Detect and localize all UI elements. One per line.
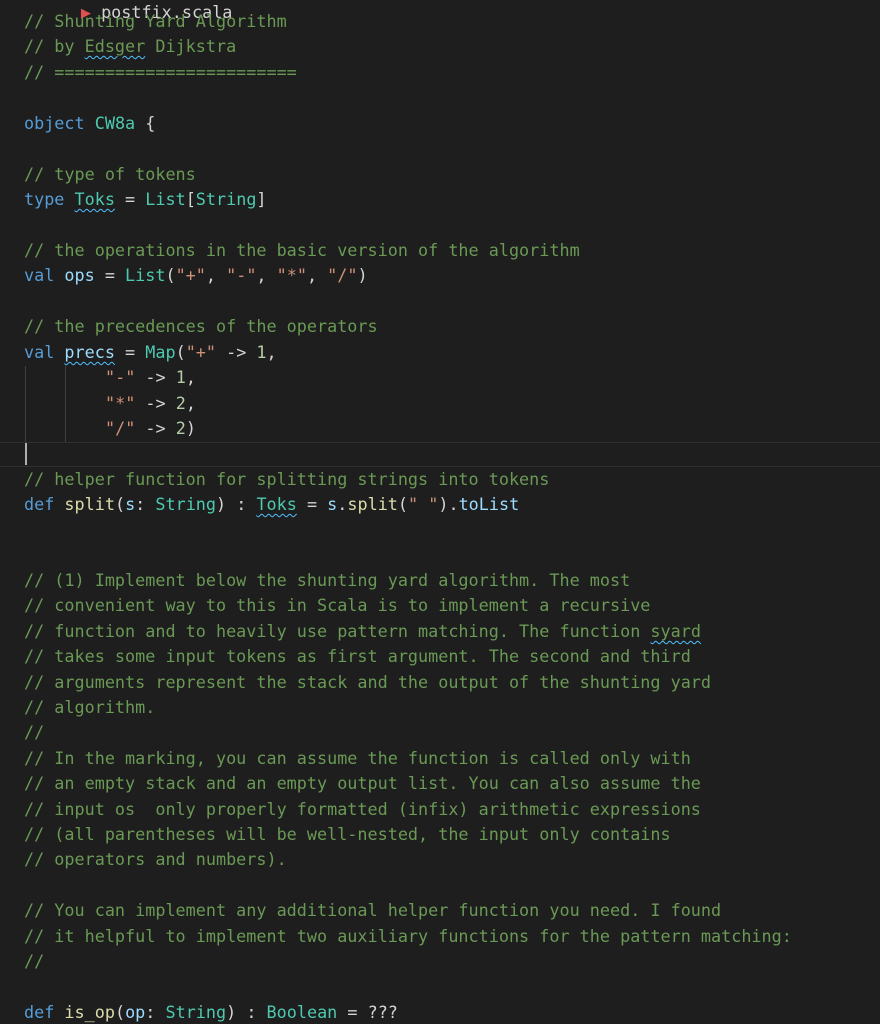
current-line-highlight <box>0 442 880 467</box>
code-line[interactable]: "/" -> 2) <box>105 416 196 441</box>
code-line[interactable]: // ======================== <box>24 60 297 85</box>
code-line[interactable]: // arguments represent the stack and the… <box>24 670 711 695</box>
code-line[interactable]: "-" -> 1, <box>105 365 196 390</box>
code-line[interactable]: def is_op(op: String) : Boolean = ??? <box>24 1000 398 1024</box>
code-line[interactable]: type Toks = List[String] <box>24 187 267 212</box>
code-line[interactable]: // the operations in the basic version o… <box>24 238 580 263</box>
code-line[interactable]: def split(s: String) : Toks = s.split(" … <box>24 492 519 517</box>
code-line[interactable]: "*" -> 2, <box>105 391 196 416</box>
tab-title-fragment: ▶ postfix.scala <box>80 2 233 22</box>
code-line[interactable]: // by Edsger Dijkstra <box>24 34 236 59</box>
code-line[interactable]: // <box>24 720 44 745</box>
code-line[interactable]: // (all parentheses will be well-nested,… <box>24 822 671 847</box>
code-line[interactable]: val ops = List("+", "-", "*", "/") <box>24 263 368 288</box>
code-line[interactable]: // an empty stack and an empty output li… <box>24 771 701 796</box>
code-line[interactable]: // the precedences of the operators <box>24 314 378 339</box>
code-line[interactable]: // type of tokens <box>24 162 196 187</box>
code-line[interactable]: val precs = Map("+" -> 1, <box>24 340 277 365</box>
code-line[interactable]: // Shunting Yard Algorithm <box>24 9 287 34</box>
code-line[interactable]: // function and to heavily use pattern m… <box>24 619 701 644</box>
code-line[interactable]: // operators and numbers). <box>24 847 287 872</box>
text-caret <box>25 443 27 465</box>
code-line[interactable]: // algorithm. <box>24 695 155 720</box>
indent-guide <box>65 366 66 442</box>
code-line[interactable]: // You can implement any additional help… <box>24 898 721 923</box>
code-line[interactable]: // <box>24 949 44 974</box>
code-line[interactable]: // (1) Implement below the shunting yard… <box>24 568 630 593</box>
code-line[interactable]: // input os only properly formatted (inf… <box>24 797 701 822</box>
code-editor[interactable]: ▶ postfix.scala // Shunting Yard Algorit… <box>0 0 880 1024</box>
code-line[interactable]: // convenient way to this in Scala is to… <box>24 593 650 618</box>
code-line[interactable]: object CW8a { <box>24 111 155 136</box>
code-line[interactable]: // it helpful to implement two auxiliary… <box>24 924 792 949</box>
code-line[interactable]: // takes some input tokens as first argu… <box>24 644 691 669</box>
code-line[interactable]: // In the marking, you can assume the fu… <box>24 746 691 771</box>
code-line[interactable]: // helper function for splitting strings… <box>24 467 549 492</box>
indent-guide <box>25 366 26 442</box>
